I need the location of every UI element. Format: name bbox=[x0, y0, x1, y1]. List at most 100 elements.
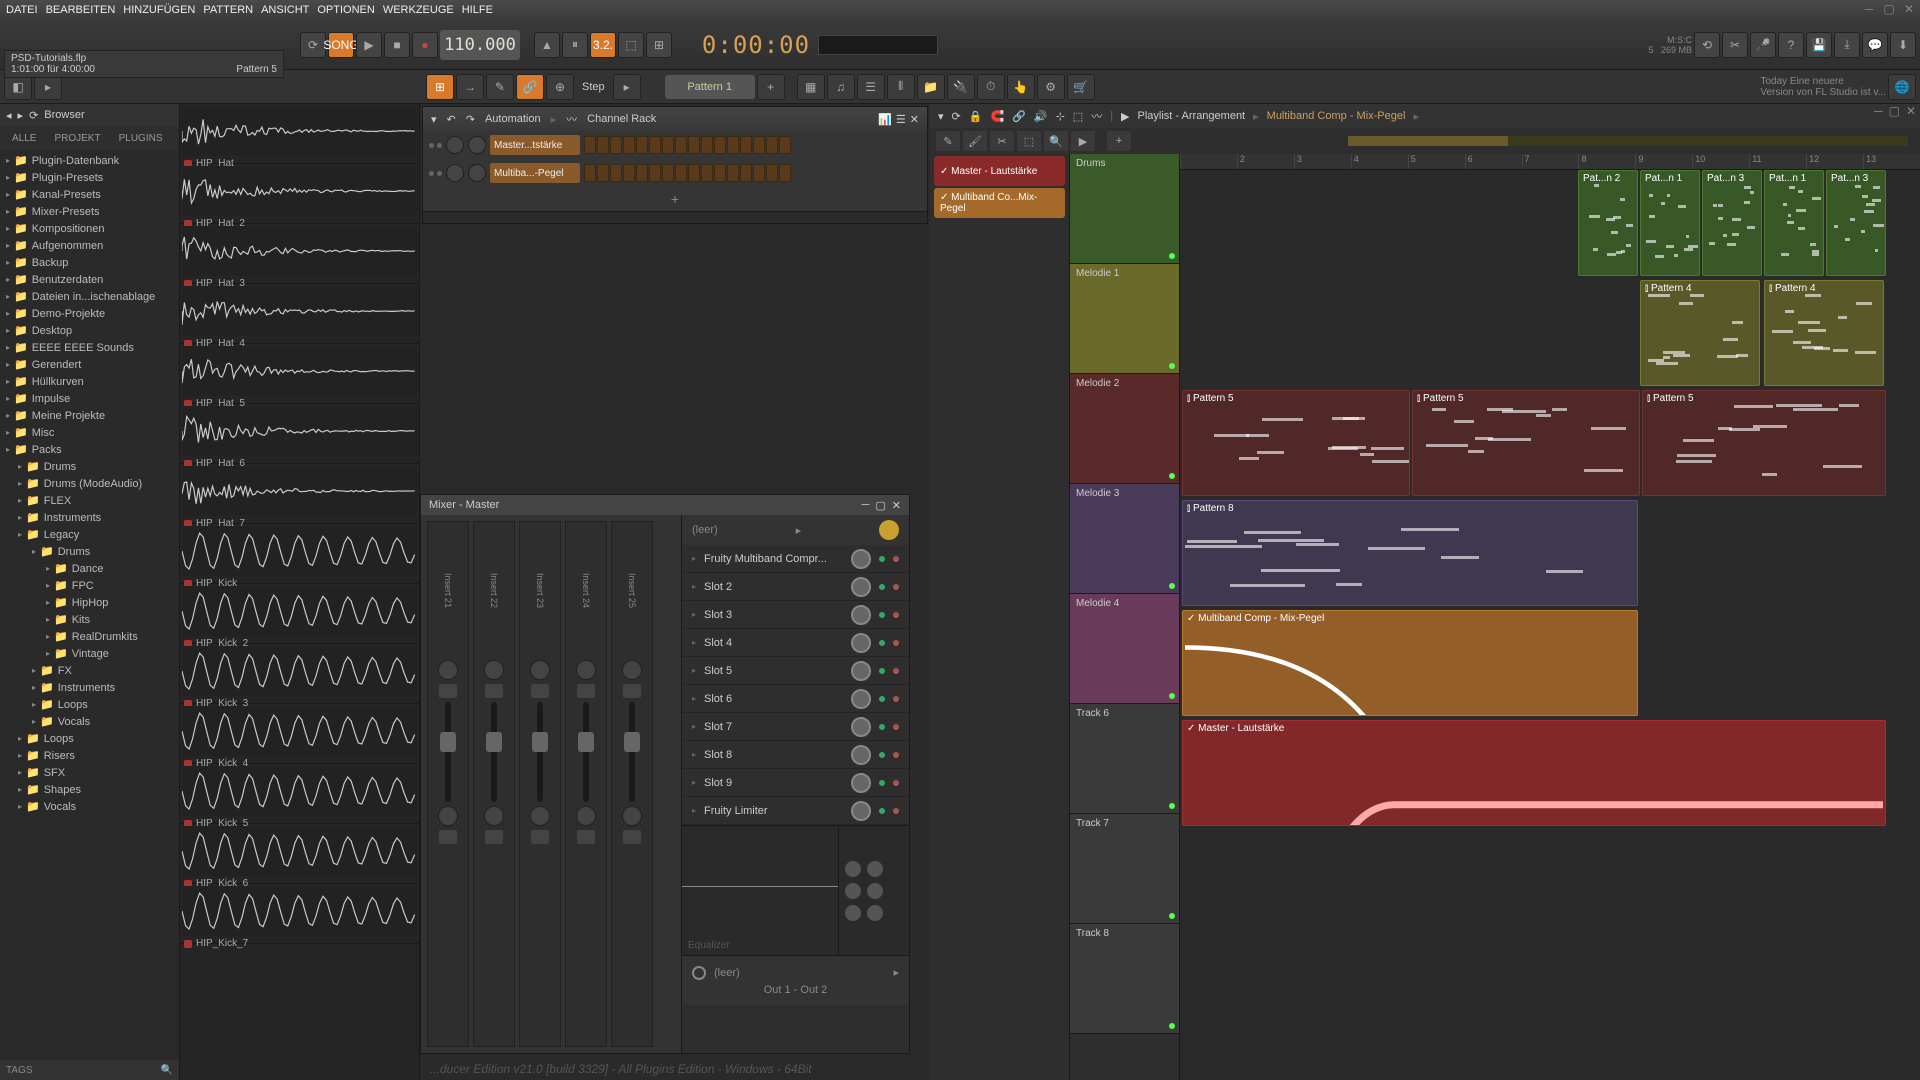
pl-minimap[interactable] bbox=[1348, 136, 1908, 146]
tree-item[interactable]: ▸📁Benutzerdaten bbox=[0, 271, 179, 288]
track-pan-knob[interactable] bbox=[530, 660, 550, 680]
track-fader[interactable] bbox=[537, 702, 543, 802]
track-header[interactable]: Melodie 1 bbox=[1070, 264, 1179, 374]
slot-menu-icon[interactable] bbox=[893, 584, 899, 590]
tree-item[interactable]: ▸📁Mixer-Presets bbox=[0, 203, 179, 220]
fx-slot[interactable]: ▸Slot 5 bbox=[682, 657, 909, 685]
tree-item[interactable]: ▸📁Kanal-Presets bbox=[0, 186, 179, 203]
step-button[interactable] bbox=[714, 164, 726, 182]
mixer-min-icon[interactable]: ─ bbox=[862, 499, 870, 512]
playlist-clip[interactable]: Pat...n 3 bbox=[1826, 170, 1886, 276]
step-button[interactable] bbox=[688, 164, 700, 182]
track-pan-knob[interactable] bbox=[576, 660, 596, 680]
slot-enable-led[interactable] bbox=[879, 752, 885, 758]
channel-pan-knob[interactable] bbox=[446, 164, 464, 182]
playlist-clip[interactable]: ⫾ Pattern 4 bbox=[1640, 280, 1760, 386]
record-button[interactable]: ● bbox=[412, 32, 438, 58]
fx-slot[interactable]: ▸Slot 6 bbox=[682, 685, 909, 713]
track-header[interactable]: Melodie 2 bbox=[1070, 374, 1179, 484]
eq-knob[interactable] bbox=[845, 905, 861, 921]
tab-alle[interactable]: ALLE bbox=[4, 130, 44, 147]
track-pan-knob[interactable] bbox=[484, 660, 504, 680]
step-button[interactable] bbox=[727, 164, 739, 182]
tree-item[interactable]: ▸📁Demo-Projekte bbox=[0, 305, 179, 322]
slot-enable-led[interactable] bbox=[879, 668, 885, 674]
track-fader[interactable] bbox=[491, 702, 497, 802]
link-icon[interactable]: 🔗 bbox=[516, 74, 544, 100]
step-button[interactable] bbox=[701, 136, 713, 154]
sample-item[interactable]: HIP_Hat_7 bbox=[180, 464, 419, 524]
tree-item[interactable]: ▸📁SFX bbox=[0, 764, 179, 781]
output-empty-label[interactable]: (leer) bbox=[714, 967, 740, 979]
track-mute-led[interactable] bbox=[1169, 253, 1175, 259]
slot-enable-led[interactable] bbox=[879, 808, 885, 814]
snap-value[interactable]: Step bbox=[582, 81, 605, 93]
step-button[interactable] bbox=[753, 136, 765, 154]
sample-item[interactable]: HIP_Kick_4 bbox=[180, 704, 419, 764]
view-channel-icon[interactable]: ☰ bbox=[857, 74, 885, 100]
play-button[interactable]: ▶ bbox=[356, 32, 382, 58]
menu-optionen[interactable]: OPTIONEN bbox=[317, 4, 374, 16]
track-send-knob[interactable] bbox=[484, 806, 504, 826]
browser-tree[interactable]: ▸📁Plugin-Datenbank▸📁Plugin-Presets▸📁Kana… bbox=[0, 150, 179, 1060]
channel-name[interactable]: Master...tstärke bbox=[490, 135, 580, 155]
ruler-mark[interactable]: 2 bbox=[1237, 154, 1294, 169]
view-plugin-icon[interactable]: 🔌 bbox=[947, 74, 975, 100]
browser-back-icon[interactable]: ◂ bbox=[6, 109, 12, 122]
ruler-mark[interactable]: 3 bbox=[1294, 154, 1351, 169]
tree-item[interactable]: ▸📁Plugin-Datenbank bbox=[0, 152, 179, 169]
slot-mix-knob[interactable] bbox=[851, 773, 871, 793]
tree-item[interactable]: ▸📁Aufgenommen bbox=[0, 237, 179, 254]
fx-slot[interactable]: ▸Slot 3 bbox=[682, 601, 909, 629]
chrack-fwd-icon[interactable]: ↷ bbox=[466, 113, 475, 126]
track-mute-led[interactable] bbox=[1169, 1023, 1175, 1029]
step-button[interactable] bbox=[636, 164, 648, 182]
menu-pattern[interactable]: PATTERN bbox=[203, 4, 253, 16]
fx-slot[interactable]: ▸Fruity Multiband Compr... bbox=[682, 545, 909, 573]
slot-enable-led[interactable] bbox=[879, 724, 885, 730]
slot-menu-icon[interactable] bbox=[893, 612, 899, 618]
track-mute-button[interactable] bbox=[577, 684, 595, 698]
track-mute-led[interactable] bbox=[1169, 913, 1175, 919]
sample-item[interactable]: HIP_Hat_2 bbox=[180, 164, 419, 224]
menu-bearbeiten[interactable]: BEARBEITEN bbox=[46, 4, 116, 16]
view-shop-icon[interactable]: 🛒 bbox=[1067, 74, 1095, 100]
track-pan-knob[interactable] bbox=[622, 660, 642, 680]
browser-fwd-icon[interactable]: ▸ bbox=[18, 109, 24, 122]
ruler-mark[interactable]: 13 bbox=[1863, 154, 1920, 169]
slot-menu-icon[interactable] bbox=[893, 668, 899, 674]
tools-icon[interactable]: ✂ bbox=[1722, 32, 1748, 58]
step-button[interactable] bbox=[610, 136, 622, 154]
step-button[interactable] bbox=[727, 136, 739, 154]
track-pan-knob[interactable] bbox=[438, 660, 458, 680]
step-button[interactable] bbox=[701, 164, 713, 182]
tree-item[interactable]: ▸📁EEEE EEEE Sounds bbox=[0, 339, 179, 356]
playlist-clip[interactable]: ⫾ Pattern 4 bbox=[1764, 280, 1884, 386]
tree-item[interactable]: ▸📁Loops bbox=[0, 696, 179, 713]
slot-top-arrow-icon[interactable]: ▸ bbox=[796, 524, 802, 537]
slot-enable-led[interactable] bbox=[879, 584, 885, 590]
view-piano-icon[interactable]: ♫ bbox=[827, 74, 855, 100]
mixer-track[interactable]: Insert 25 bbox=[611, 521, 653, 1047]
eq-knob[interactable] bbox=[845, 861, 861, 877]
sample-item[interactable]: HIP_Hat_3 bbox=[180, 224, 419, 284]
save-icon[interactable]: 💾 bbox=[1806, 32, 1832, 58]
channel-row[interactable]: Master...tstärke bbox=[423, 131, 927, 159]
playlist-clip[interactable]: ⫾ Pattern 5 bbox=[1412, 390, 1640, 496]
help-icon[interactable]: ? bbox=[1778, 32, 1804, 58]
tree-item[interactable]: ▸📁Packs bbox=[0, 441, 179, 458]
track-fader[interactable] bbox=[445, 702, 451, 802]
fx-slot[interactable]: ▸Slot 9 bbox=[682, 769, 909, 797]
track-header[interactable]: Drums bbox=[1070, 154, 1179, 264]
tree-item[interactable]: ▸📁Instruments bbox=[0, 679, 179, 696]
slot-mix-knob[interactable] bbox=[851, 661, 871, 681]
slot-menu-icon[interactable] bbox=[893, 556, 899, 562]
tab-library[interactable]: LIBRARY bbox=[173, 130, 181, 147]
tree-item[interactable]: ▸📁FX bbox=[0, 662, 179, 679]
track-header[interactable]: Track 7 bbox=[1070, 814, 1179, 924]
step-button[interactable] bbox=[662, 136, 674, 154]
menu-hilfe[interactable]: HILFE bbox=[462, 4, 493, 16]
ruler-mark[interactable]: 12 bbox=[1806, 154, 1863, 169]
channel-name[interactable]: Multiba...-Pegel bbox=[490, 163, 580, 183]
step-button[interactable] bbox=[623, 136, 635, 154]
